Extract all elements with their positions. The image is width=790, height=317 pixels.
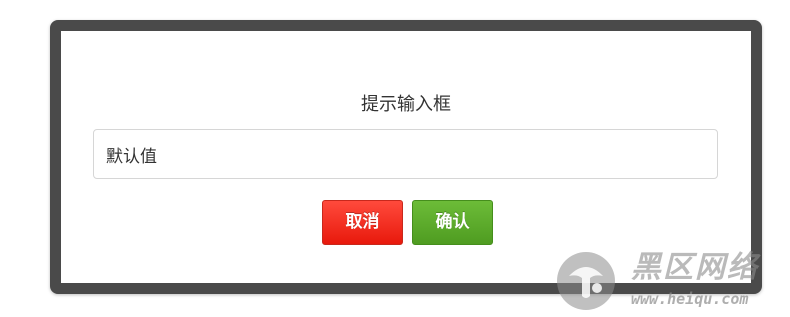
prompt-input[interactable] [93, 129, 718, 179]
dialog-title: 提示输入框 [361, 94, 451, 115]
watermark-brand: 黑区网络 [631, 250, 759, 285]
mushroom-logo-icon [557, 252, 615, 310]
watermark-url: www.heiqu.com [631, 290, 749, 308]
confirm-button[interactable]: 确认 [412, 200, 493, 245]
cancel-button[interactable]: 取消 [322, 200, 403, 245]
watermark: 黑区网络 www.heiqu.com [555, 244, 785, 314]
